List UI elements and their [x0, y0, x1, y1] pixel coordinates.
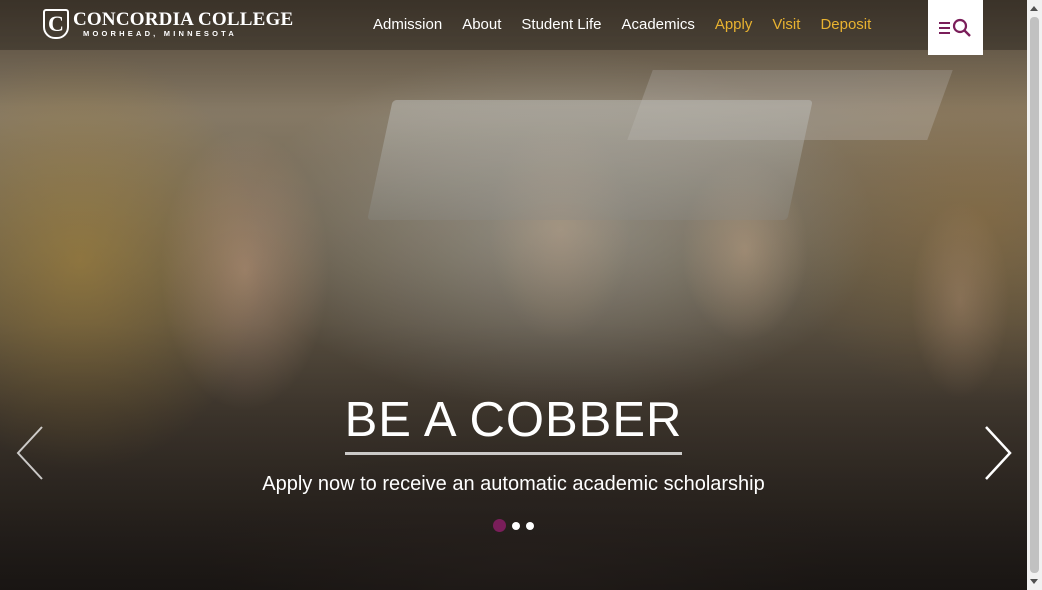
slide-dot-3[interactable]: [526, 521, 534, 530]
logo-name: CONCORDIA COLLEGE: [73, 8, 294, 30]
scrollbar-thumb[interactable]: [1030, 17, 1039, 573]
nav-item-student-life[interactable]: Student Life: [521, 16, 601, 34]
main-nav: Admission About Student Life Academics A…: [373, 16, 891, 34]
scroll-up-arrow-icon[interactable]: [1030, 6, 1038, 11]
nav-item-about[interactable]: About: [462, 16, 501, 34]
site-header: C CONCORDIA COLLEGE MOORHEAD, MINNESOTA …: [0, 0, 1027, 55]
slide-indicators: [493, 519, 540, 532]
nav-item-admission[interactable]: Admission: [373, 16, 442, 34]
logo-mark-icon: C: [43, 9, 69, 39]
logo-wordmark: CONCORDIA COLLEGE MOORHEAD, MINNESOTA: [73, 10, 293, 39]
menu-search-icon: [938, 18, 971, 37]
slide-dot-1[interactable]: [493, 519, 506, 532]
nav-item-visit[interactable]: Visit: [772, 16, 800, 34]
hero-slideshow: [0, 0, 1027, 590]
scroll-down-arrow-icon[interactable]: [1030, 579, 1038, 584]
hero-headline-wrap: BE A COBBER: [0, 392, 1027, 455]
hero-subtitle: Apply now to receive an automatic academ…: [262, 473, 765, 495]
logo-location: MOORHEAD, MINNESOTA: [83, 28, 237, 38]
menu-search-button[interactable]: [928, 0, 983, 55]
scrollbar[interactable]: [1027, 0, 1042, 590]
nav-item-deposit[interactable]: Deposit: [820, 16, 871, 34]
slide-dot-2[interactable]: [512, 521, 520, 530]
nav-item-apply[interactable]: Apply: [715, 16, 753, 34]
hero-overlay: [0, 0, 1027, 590]
college-logo[interactable]: C CONCORDIA COLLEGE MOORHEAD, MINNESOTA: [43, 9, 293, 39]
hero-title: BE A COBBER: [344, 392, 683, 455]
nav-item-academics[interactable]: Academics: [621, 16, 694, 34]
